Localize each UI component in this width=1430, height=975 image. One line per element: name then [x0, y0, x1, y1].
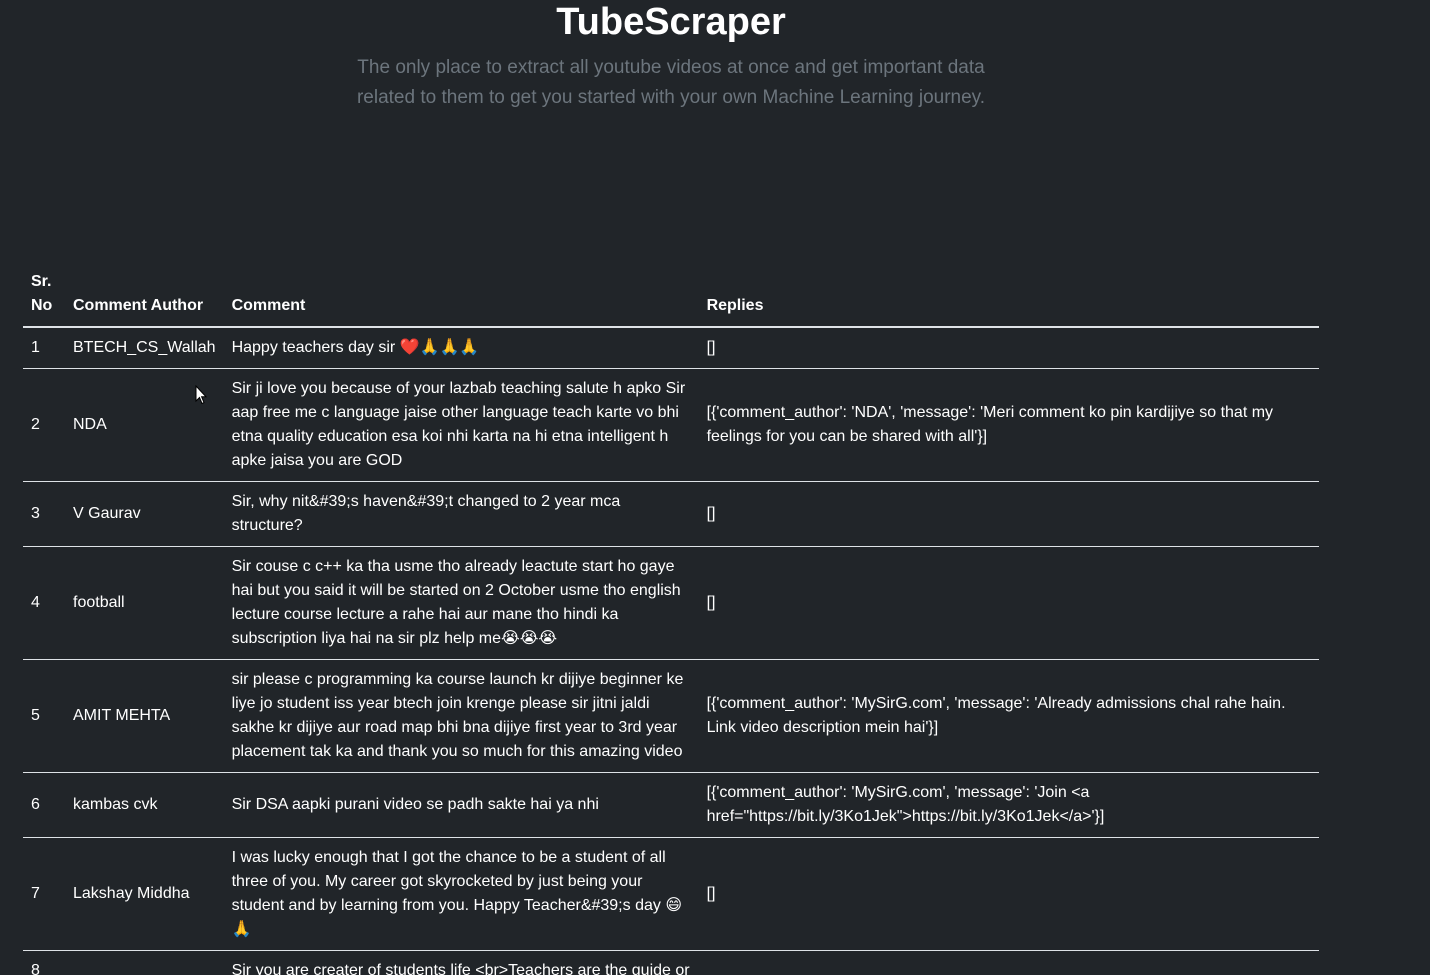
cell-author: BTECH_CS_Wallah: [65, 327, 224, 369]
cell-comment: I was lucky enough that I got the chance…: [223, 837, 699, 951]
cell-comment: Sir couse c c++ ka tha usme tho already …: [223, 546, 699, 660]
cell-author: kambas cvk: [65, 772, 224, 838]
cell-comment: Sir DSA aapki purani video se padh sakte…: [223, 772, 699, 838]
cell-sr-no: 2: [23, 368, 65, 482]
cell-author: [65, 950, 224, 975]
table-row: 1 BTECH_CS_Wallah Happy teachers day sir…: [23, 327, 1319, 369]
table-row: 7 Lakshay Middha I was lucky enough that…: [23, 837, 1319, 951]
cell-author: AMIT MEHTA: [65, 659, 224, 773]
column-header-comment: Comment: [223, 266, 699, 328]
cell-comment: Sir ji love you because of your lazbab t…: [223, 368, 699, 482]
cell-sr-no: 6: [23, 772, 65, 838]
cell-replies: []: [698, 481, 1319, 547]
cell-author: V Gaurav: [65, 481, 224, 547]
cell-replies: [{'comment_author': 'MySirG.com', 'messa…: [698, 772, 1319, 838]
cell-author: Lakshay Middha: [65, 837, 224, 951]
cell-comment: sir please c programming ka course launc…: [223, 659, 699, 773]
comments-table: Sr. No Comment Author Comment Replies 1 …: [23, 266, 1319, 975]
cell-comment: Sir, why nit&#39;s haven&#39;t changed t…: [223, 481, 699, 547]
table-row: 5 AMIT MEHTA sir please c programming ka…: [23, 659, 1319, 773]
cell-sr-no: 5: [23, 659, 65, 773]
table-row: 8 Sir you are creater of students life <…: [23, 950, 1319, 975]
cell-sr-no: 8: [23, 950, 65, 975]
cell-replies: []: [698, 837, 1319, 951]
page-title: TubeScraper: [556, 1, 786, 43]
cell-sr-no: 7: [23, 837, 65, 951]
table-row: 4 football Sir couse c c++ ka tha usme t…: [23, 546, 1319, 660]
column-header-sr-no: Sr. No: [23, 266, 65, 328]
cell-replies: [{'comment_author': 'MySirG.com', 'messa…: [698, 659, 1319, 773]
cell-comment: Sir you are creater of students life <br…: [223, 950, 699, 975]
page-lead: The only place to extract all youtube vi…: [356, 57, 986, 108]
column-header-replies: Replies: [698, 266, 1319, 328]
cell-comment: Happy teachers day sir ❤️🙏🙏🙏: [223, 327, 699, 369]
cell-replies: [698, 950, 1319, 975]
cell-replies: []: [698, 546, 1319, 660]
cell-sr-no: 1: [23, 327, 65, 369]
cell-replies: [{'comment_author': 'NDA', 'message': 'M…: [698, 368, 1319, 482]
table-row: 3 V Gaurav Sir, why nit&#39;s haven&#39;…: [23, 481, 1319, 547]
cell-sr-no: 4: [23, 546, 65, 660]
column-header-comment-author: Comment Author: [65, 266, 224, 328]
cell-author: football: [65, 546, 224, 660]
cell-replies: []: [698, 327, 1319, 369]
table-row: 6 kambas cvk Sir DSA aapki purani video …: [23, 772, 1319, 838]
mouse-pointer-icon: [195, 385, 207, 405]
table-row: 2 NDA Sir ji love you because of your la…: [23, 368, 1319, 482]
table-header-row: Sr. No Comment Author Comment Replies: [23, 266, 1319, 328]
page: TubeScraper The only place to extract al…: [0, 0, 1430, 975]
cell-sr-no: 3: [23, 481, 65, 547]
